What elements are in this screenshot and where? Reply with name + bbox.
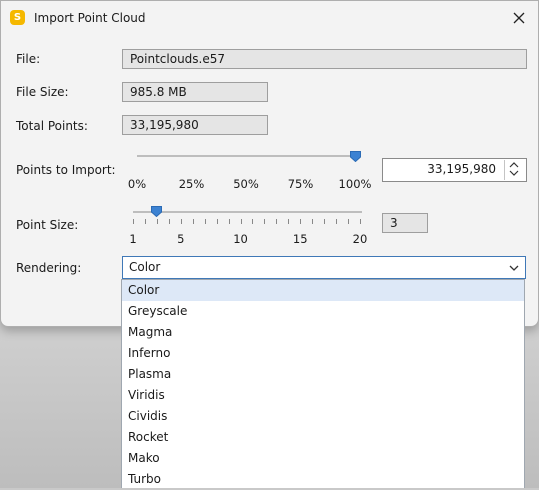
spin-arrows-icon <box>509 162 519 176</box>
chevron-down-icon <box>509 265 519 271</box>
points-tick-label: 75% <box>287 177 314 191</box>
dropdown-option-color[interactable]: Color <box>122 280 524 301</box>
dropdown-option-plasma[interactable]: Plasma <box>122 364 524 385</box>
points-tick-label: 100% <box>338 177 372 191</box>
point-size-handle[interactable] <box>151 206 163 217</box>
point-size-tick-mark <box>264 219 266 224</box>
point-size-tick-mark <box>312 219 314 224</box>
point-size-tick-mark <box>324 219 326 224</box>
points-slider-handle[interactable] <box>349 151 361 162</box>
point-size-tick-mark <box>252 219 254 224</box>
spin-up-down-button[interactable] <box>504 160 524 180</box>
point-size-track <box>133 211 362 213</box>
app-logo-icon: S <box>10 10 25 25</box>
point-size-tick-mark <box>336 219 338 224</box>
points-to-import-label: Points to Import: <box>16 163 116 177</box>
close-button[interactable] <box>508 7 530 29</box>
point-size-label: Point Size: <box>16 218 79 232</box>
point-size-tick-mark <box>300 219 302 224</box>
point-size-tick-label: 10 <box>233 232 248 246</box>
point-size-tick-mark <box>168 219 170 224</box>
points-slider-track <box>137 155 357 157</box>
point-size-tick-mark <box>204 219 206 224</box>
rendering-dropdown-list: Color Greyscale Magma Inferno Plasma Viridis C… <box>121 279 525 488</box>
point-size-tick-mark <box>360 219 361 224</box>
dropdown-option-mako[interactable]: Mako <box>122 448 524 469</box>
rendering-combobox[interactable]: Color <box>122 256 526 279</box>
point-size-tick-mark <box>180 219 182 224</box>
total-points-field: 33,195,980 <box>122 115 268 135</box>
point-size-tick-label: 5 <box>177 232 185 246</box>
dropdown-option-viridis[interactable]: Viridis <box>122 385 524 406</box>
points-tick-label: 0% <box>127 177 147 191</box>
dropdown-option-greyscale[interactable]: Greyscale <box>122 301 524 322</box>
file-size-label: File Size: <box>16 85 69 99</box>
point-size-tick-label: 15 <box>292 232 308 246</box>
point-size-tick-label: 1 <box>129 232 137 246</box>
points-to-import-value: 33,195,980 <box>427 162 496 176</box>
point-size-field: 3 <box>382 213 428 233</box>
points-tick-label: 50% <box>233 177 259 191</box>
dropdown-option-rocket[interactable]: Rocket <box>122 427 524 448</box>
rendering-selected-value: Color <box>129 260 161 274</box>
points-to-import-spinbox[interactable]: 33,195,980 <box>382 158 527 182</box>
dropdown-option-inferno[interactable]: Inferno <box>122 343 524 364</box>
file-label: File: <box>16 52 41 66</box>
dropdown-option-cividis[interactable]: Cividis <box>122 406 524 427</box>
point-size-tick-label: 20 <box>352 232 368 246</box>
point-size-tick-mark <box>216 219 218 224</box>
point-size-tick-mark <box>288 219 290 224</box>
points-tick-label: 25% <box>178 177 205 191</box>
point-size-tick-mark <box>156 219 158 224</box>
total-points-label: Total Points: <box>16 119 88 133</box>
point-size-tick-mark <box>144 219 146 224</box>
point-size-tick-mark <box>228 219 230 224</box>
dropdown-option-turbo[interactable]: Turbo <box>122 469 524 490</box>
point-size-tick-mark <box>276 219 278 224</box>
rendering-label: Rendering: <box>16 261 82 275</box>
title-bar: S Import Point Cloud <box>1 1 538 35</box>
point-size-tick-mark <box>348 219 350 224</box>
window-title: Import Point Cloud <box>34 11 146 25</box>
file-size-field: 985.8 MB <box>122 82 268 102</box>
dropdown-option-magma[interactable]: Magma <box>122 322 524 343</box>
point-size-tick-mark <box>240 219 242 224</box>
point-size-tick-mark <box>192 219 194 224</box>
point-size-tick-mark <box>133 219 134 224</box>
file-field[interactable]: Pointclouds.e57 <box>122 49 527 69</box>
close-icon <box>513 12 525 24</box>
